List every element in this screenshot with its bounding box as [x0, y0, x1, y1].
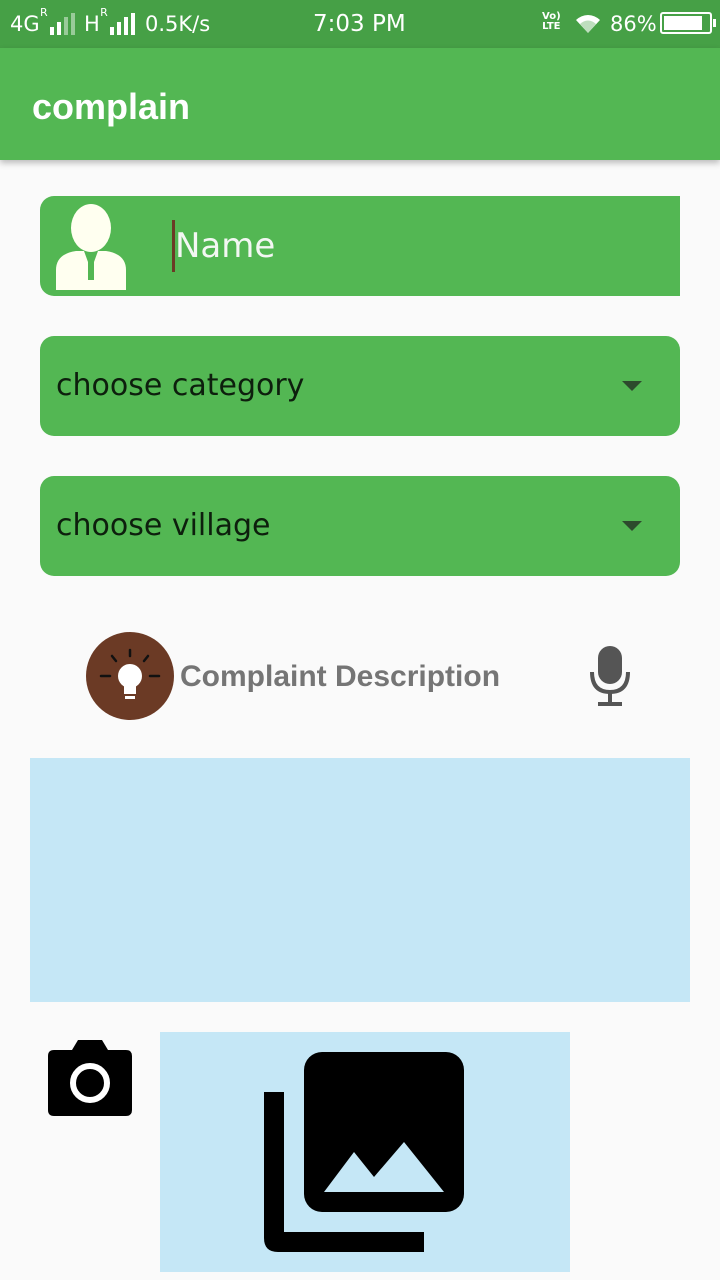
- category-dropdown-label: choose category: [56, 368, 305, 403]
- page-title: complain: [32, 86, 191, 127]
- status-bar: 4G R HR 0.5K/s 7:03 PM Vo) LTE 86%: [0, 0, 720, 48]
- network-indicator-1: 4G R: [10, 6, 75, 36]
- roaming-1: R: [39, 6, 48, 19]
- description-header: Complaint Description: [0, 632, 720, 722]
- name-input[interactable]: [172, 220, 652, 272]
- signal-bars-1-icon: [49, 13, 75, 35]
- network-type-1: 4G: [10, 12, 40, 36]
- chevron-down-icon: [622, 381, 642, 391]
- description-label: Complaint Description: [180, 660, 501, 693]
- volte-icon: Vo) LTE: [542, 12, 561, 32]
- person-icon: [56, 204, 126, 290]
- category-dropdown[interactable]: choose category: [40, 336, 680, 436]
- microphone-icon[interactable]: [588, 646, 632, 708]
- app-bar: complain: [0, 48, 720, 160]
- network-speed: 0.5K/s: [145, 12, 211, 36]
- name-field[interactable]: [40, 196, 680, 296]
- photo-library-icon: [264, 1052, 464, 1252]
- camera-icon[interactable]: [46, 1038, 134, 1118]
- image-preview[interactable]: [160, 1032, 570, 1272]
- wifi-icon: [575, 13, 601, 35]
- clock: 7:03 PM: [313, 11, 406, 37]
- battery-icon: [654, 12, 716, 34]
- village-dropdown[interactable]: choose village: [40, 476, 680, 576]
- signal-bars-2-icon: [109, 13, 135, 35]
- battery-percent: 86%: [610, 12, 657, 36]
- description-input[interactable]: [30, 758, 690, 1002]
- lte-label: LTE: [542, 21, 561, 32]
- network-indicator-2: HR: [84, 6, 135, 36]
- chevron-down-icon: [622, 521, 642, 531]
- lightbulb-icon: [86, 632, 174, 720]
- village-dropdown-label: choose village: [56, 508, 271, 543]
- network-type-2: H: [84, 12, 100, 36]
- roaming-2: R: [100, 6, 108, 19]
